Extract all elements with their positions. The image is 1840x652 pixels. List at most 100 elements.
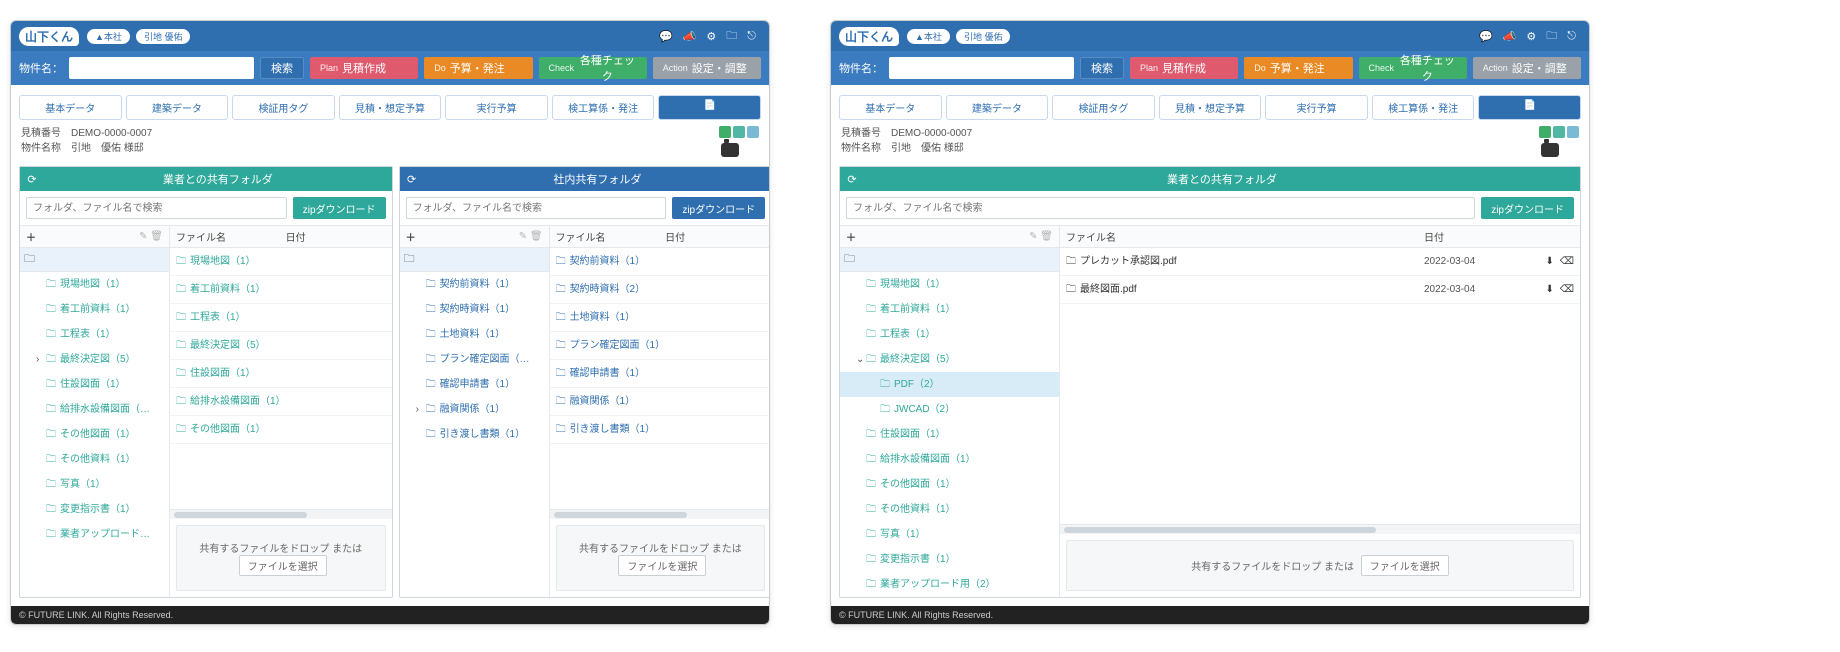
file-row[interactable]: 🗀土地資料（1）: [550, 304, 770, 332]
tab-arch[interactable]: 建築データ: [946, 95, 1049, 120]
bullhorn-icon[interactable]: 📣: [683, 30, 697, 43]
file-select-button[interactable]: ファイルを選択: [618, 555, 706, 576]
user-badge[interactable]: ▲本社: [907, 29, 950, 44]
tab-estimate[interactable]: 見積・想定予算: [339, 95, 442, 120]
tree-item[interactable]: 🗀住設図面（1）: [20, 372, 169, 397]
do-button[interactable]: Do予算・発注: [424, 57, 532, 79]
file-row[interactable]: 🗀確認申請書（1）: [550, 360, 770, 388]
root-folder-icon[interactable]: 🗀: [20, 248, 169, 272]
search-input[interactable]: [889, 57, 1074, 79]
zip-download-button[interactable]: zipダウンロード: [293, 197, 386, 219]
file-row[interactable]: 🗀契約前資料（1）: [550, 248, 770, 276]
folder-search-input[interactable]: [26, 197, 287, 219]
add-folder-icon[interactable]: ＋: [406, 229, 416, 244]
file-row[interactable]: 🗀現場地図（1）: [170, 248, 392, 276]
folder-search-input[interactable]: [846, 197, 1475, 219]
tree-item[interactable]: 🗀給排水設備図面（…: [20, 397, 169, 422]
tree-item[interactable]: 🗀変更指示書（1）: [840, 547, 1059, 572]
tree-tools-icon[interactable]: ✎ 🗑: [519, 231, 543, 242]
check-button[interactable]: Check各種チェック: [1359, 57, 1467, 79]
file-row[interactable]: 🗀給排水設備図面（1）: [170, 388, 392, 416]
tree-item[interactable]: 🗀業者アップロード…: [20, 522, 169, 547]
bullhorn-icon[interactable]: 📣: [1503, 30, 1517, 43]
file-row[interactable]: 🗀最終決定図（5）: [170, 332, 392, 360]
tree-tools-icon[interactable]: ✎ 🗑: [1029, 231, 1053, 242]
file-select-button[interactable]: ファイルを選択: [1361, 555, 1449, 576]
camera-icon[interactable]: [721, 143, 739, 157]
folder-icon[interactable]: 🗀: [726, 27, 737, 46]
scrollbar[interactable]: [1060, 524, 1580, 534]
comment-icon[interactable]: 💬: [659, 30, 673, 43]
file-row[interactable]: 🗀工程表（1）: [170, 304, 392, 332]
file-select-button[interactable]: ファイルを選択: [239, 555, 327, 576]
tree-item[interactable]: 🗀JWCAD（2）: [840, 397, 1059, 422]
tree-item[interactable]: ⌄🗀最終決定図（5）: [840, 347, 1059, 372]
action-button[interactable]: Action設定・調整: [653, 57, 761, 79]
tree-item[interactable]: 🗀PDF（2）: [840, 372, 1059, 397]
file-row[interactable]: 🗀融資関係（1）: [550, 388, 770, 416]
file-row[interactable]: 🗀契約時資料（2）: [550, 276, 770, 304]
tab-proc[interactable]: 検工算係・発注: [552, 95, 655, 120]
zip-download-button[interactable]: zipダウンロード: [1481, 197, 1574, 219]
tree-item[interactable]: 🗀契約前資料（1）: [400, 272, 549, 297]
tree-item[interactable]: 🗀確認申請書（1）: [400, 372, 549, 397]
gear-icon[interactable]: ⚙: [1526, 30, 1536, 43]
delete-icon[interactable]: ⌫: [1560, 284, 1574, 295]
tree-item[interactable]: 🗀土地資料（1）: [400, 322, 549, 347]
download-icon[interactable]: ⬇: [1545, 256, 1553, 267]
tree-item[interactable]: 🗀現場地図（1）: [20, 272, 169, 297]
camera-icon[interactable]: [1541, 143, 1559, 157]
download-icon[interactable]: ⬇: [1545, 284, 1553, 295]
exit-icon[interactable]: ⎋: [1567, 30, 1576, 43]
user-badge[interactable]: 引地 優佑: [136, 29, 191, 44]
tab-tag[interactable]: 検証用タグ: [1052, 95, 1155, 120]
tree-item[interactable]: 🗀工程表（1）: [840, 322, 1059, 347]
zip-download-button[interactable]: zipダウンロード: [672, 197, 765, 219]
folder-icon[interactable]: 🗀: [1546, 27, 1557, 46]
do-button[interactable]: Do予算・発注: [1244, 57, 1352, 79]
file-row[interactable]: 🗀着工前資料（1）: [170, 276, 392, 304]
check-button[interactable]: Check各種チェック: [539, 57, 647, 79]
tab-basic[interactable]: 基本データ: [839, 95, 942, 120]
add-folder-icon[interactable]: ＋: [846, 229, 856, 244]
tree-item[interactable]: 🗀着工前資料（1）: [840, 297, 1059, 322]
root-folder-icon[interactable]: 🗀: [400, 248, 549, 272]
tree-item[interactable]: 🗀その他資料（1）: [840, 497, 1059, 522]
tree-item[interactable]: ›🗀最終決定図（5）: [20, 347, 169, 372]
search-input[interactable]: [69, 57, 254, 79]
tree-item[interactable]: 🗀その他図面（1）: [840, 472, 1059, 497]
root-folder-icon[interactable]: 🗀: [840, 248, 1059, 272]
user-badge[interactable]: 引地 優佑: [956, 29, 1011, 44]
tree-item[interactable]: 🗀工程表（1）: [20, 322, 169, 347]
tree-tools-icon[interactable]: ✎ 🗑: [139, 231, 163, 242]
dropzone[interactable]: 共有するファイルをドロップ または ファイルを選択: [1066, 540, 1574, 591]
comment-icon[interactable]: 💬: [1479, 30, 1493, 43]
tab-tag[interactable]: 検証用タグ: [232, 95, 335, 120]
search-button[interactable]: 検索: [260, 57, 304, 79]
file-row[interactable]: 🗀住設図面（1）: [170, 360, 392, 388]
tree-item[interactable]: 🗀引き渡し書類（1）: [400, 422, 549, 447]
tree-item[interactable]: 🗀給排水設備図面（1）: [840, 447, 1059, 472]
user-badge[interactable]: ▲本社: [87, 29, 130, 44]
tab-exec[interactable]: 実行予算: [1265, 95, 1368, 120]
tree-item[interactable]: 🗀契約時資料（1）: [400, 297, 549, 322]
tab-estimate[interactable]: 見積・想定予算: [1159, 95, 1262, 120]
file-row[interactable]: 🗀プラン確定図面（1）: [550, 332, 770, 360]
tree-item[interactable]: 🗀住設図面（1）: [840, 422, 1059, 447]
file-row[interactable]: 🗀引き渡し書類（1）: [550, 416, 770, 444]
plan-button[interactable]: Plan見積作成: [310, 57, 418, 79]
folder-search-input[interactable]: [406, 197, 667, 219]
plan-button[interactable]: Plan見積作成: [1130, 57, 1238, 79]
tree-item[interactable]: 🗀プラン確定図面（…: [400, 347, 549, 372]
tree-item[interactable]: 🗀現場地図（1）: [840, 272, 1059, 297]
file-row[interactable]: 🗀その他図面（1）: [170, 416, 392, 444]
tab-proc[interactable]: 検工算係・発注: [1372, 95, 1475, 120]
file-row[interactable]: 🗀最終図面.pdf2022-03-04⬇⌫: [1060, 276, 1580, 304]
dropzone[interactable]: 共有するファイルをドロップ または ファイルを選択: [176, 525, 386, 591]
file-row[interactable]: 🗀プレカット承認図.pdf2022-03-04⬇⌫: [1060, 248, 1580, 276]
refresh-icon[interactable]: ⟳: [400, 173, 424, 186]
tree-item[interactable]: 🗀着工前資料（1）: [20, 297, 169, 322]
scrollbar[interactable]: [550, 509, 770, 519]
tree-item[interactable]: 🗀写真（1）: [20, 472, 169, 497]
gear-icon[interactable]: ⚙: [706, 30, 716, 43]
